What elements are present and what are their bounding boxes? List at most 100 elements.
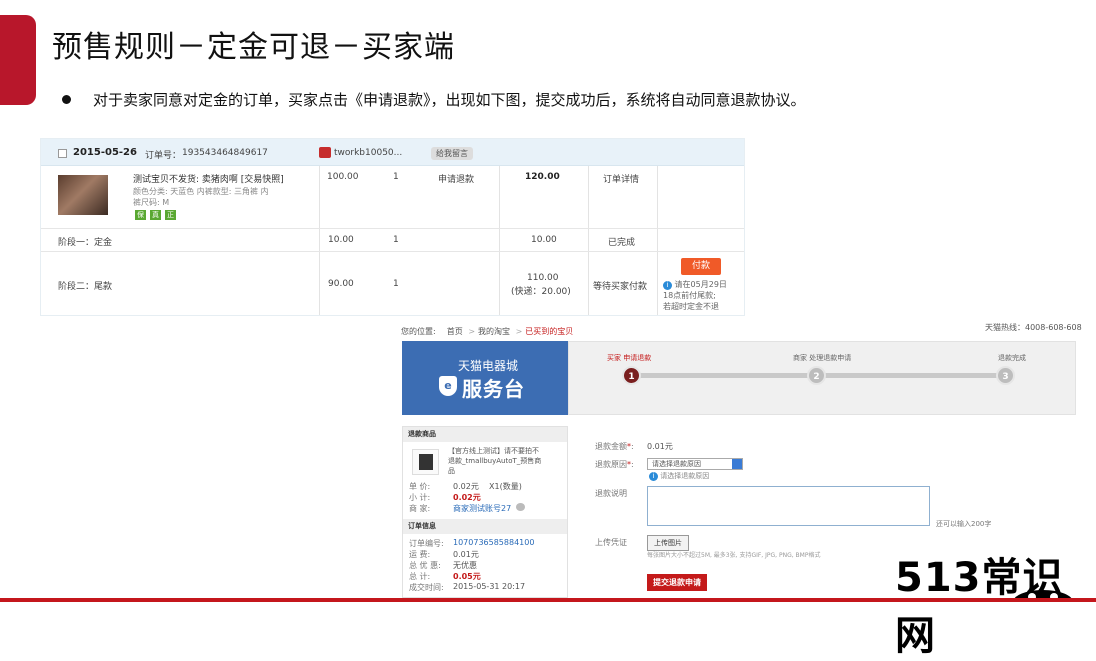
refund-reason-select[interactable]: 请选择退款原因: [647, 458, 743, 470]
bullet-point: 对于卖家同意对定金的订单，买家点击《申请退款》，出现如下图，提交成功后，系统将自…: [62, 89, 806, 110]
breadcrumb: 您的位置: 首页 > 我的淘宝 > 已买到的宝贝: [401, 327, 574, 336]
tmall-shop-icon: [319, 147, 331, 158]
seller-label: 商 家:: [409, 504, 431, 513]
bullet-dot-icon: [62, 95, 71, 104]
leave-message-button[interactable]: 给我留言: [431, 147, 473, 160]
payment-deadline-note: i 请在05月29日: [663, 279, 727, 290]
refund-amount-label: 退款金额*:: [595, 442, 634, 451]
upload-image-button[interactable]: 上传图片: [647, 535, 689, 551]
order-number-label: 订单号：: [145, 151, 182, 161]
order-no-link[interactable]: 1070736585884100: [453, 538, 534, 547]
total: 0.05元: [453, 572, 481, 581]
slide-title: 预售规则－定金可退－买家端: [52, 30, 455, 65]
subtotal-label: 小 计:: [409, 493, 431, 502]
stage1-total: 10.00: [531, 235, 557, 245]
item-spec: 颜色分类: 天蓝色 内裤款型: 三角裤 内: [133, 187, 269, 196]
deal-time: 2015-05-31 20:17: [453, 582, 526, 591]
shop-name-link[interactable]: tworkb10050...: [334, 148, 402, 158]
pay-button[interactable]: 付款: [681, 258, 721, 275]
stage2-shipping: (快递：20.00): [511, 287, 571, 297]
step-3-label: 退款完成: [998, 354, 1026, 362]
refund-desc-label: 退款说明: [595, 489, 627, 498]
wangwang-icon[interactable]: [516, 503, 525, 511]
refund-goods-panel: 退款商品 【官方线上测试】请不要拍不 退款_tmallbuyAutoT_预售商 …: [402, 426, 568, 598]
breadcrumb-home-link[interactable]: 首页: [447, 327, 463, 336]
bullet-text: 对于卖家同意对定金的订单，买家点击《申请退款》，出现如下图，提交成功后，系统将自…: [93, 91, 806, 109]
submit-refund-button[interactable]: 提交退款申请: [647, 574, 707, 591]
breadcrumb-bought-link[interactable]: 已买到的宝贝: [525, 327, 573, 336]
note-line: 请在05月29日: [674, 280, 727, 289]
banner-brand: 天猫电器城: [458, 359, 519, 373]
seller-link[interactable]: 商家测试账号27: [453, 503, 511, 514]
info-icon: i: [663, 281, 672, 290]
goods-desc[interactable]: 退款_tmallbuyAutoT_预售商: [448, 456, 541, 466]
item-spec: 裤尺码: M: [133, 198, 170, 207]
shipping: 0.01元: [453, 550, 479, 559]
order-date: 2015-05-26: [73, 147, 137, 158]
item-qty: 1: [393, 172, 399, 182]
breadcrumb-mytaobao-link[interactable]: 我的淘宝: [478, 327, 510, 336]
char-count-hint: 还可以输入200字: [936, 520, 992, 528]
note-line: 若超时定金不退: [663, 302, 719, 311]
reason-hint: i 请选择退款原因: [649, 471, 709, 481]
refund-amount: 0.01元: [647, 442, 673, 451]
order-checkbox[interactable]: [58, 149, 67, 158]
order-card: 2015-05-26 订单号： 193543464849617 tworkb10…: [40, 138, 745, 316]
note-line: 18点前付尾款;: [663, 291, 716, 300]
unit-price-label: 单 价:: [409, 482, 431, 491]
info-icon: i: [649, 472, 658, 481]
unit-price: 0.02元: [453, 482, 479, 491]
stage1-qty: 1: [393, 235, 399, 245]
breadcrumb-label: 您的位置:: [401, 327, 436, 336]
service-tags: 保真正: [135, 210, 180, 220]
refund-reason-label: 退款原因*:: [595, 460, 634, 469]
service-banner: 天猫电器城 e 服务台: [402, 341, 568, 415]
product-thumbnail[interactable]: [58, 175, 108, 215]
subtotal: 0.02元: [453, 493, 481, 502]
total-label: 总 计:: [409, 572, 431, 581]
step-1-dot: 1: [622, 366, 641, 385]
step-3-dot: 3: [996, 366, 1015, 385]
divider: [41, 251, 744, 252]
stage2-status: 等待买家付款: [593, 282, 648, 292]
step-1-label: 买家 申请退款: [607, 354, 652, 362]
step-2-label: 商家 处理退款申请: [793, 354, 852, 362]
stage2-label: 阶段二：尾款: [58, 282, 113, 292]
quantity: X1(数量): [489, 482, 522, 491]
watermark: 513常识网: [895, 555, 1064, 659]
refund-desc-textarea[interactable]: [647, 486, 930, 526]
select-value: 请选择退款原因: [652, 460, 701, 468]
order-info-title: 订单信息: [403, 519, 567, 534]
shield-icon: e: [439, 376, 457, 396]
order-number: 193543464849617: [182, 148, 268, 158]
order-header: 2015-05-26 订单号： 193543464849617 tworkb10…: [41, 139, 744, 166]
divider: [588, 166, 589, 315]
item-title-link[interactable]: 测试宝贝不发货: 卖猪肉啊 [交易快照]: [133, 172, 284, 185]
hotline: 天猫热线：4008-608-608: [985, 323, 1082, 332]
chevron-down-icon: [732, 459, 742, 469]
stage1-status: 已完成: [608, 238, 636, 248]
stage1-label: 阶段一：定金: [58, 238, 113, 248]
reason-hint-text: 请选择退款原因: [660, 472, 710, 480]
order-total: 120.00: [525, 172, 560, 182]
authentic-icon: 真: [150, 210, 161, 220]
step-2-dot: 2: [807, 366, 826, 385]
stage2-price: 90.00: [328, 279, 354, 289]
goods-desc[interactable]: 【官方线上测试】请不要拍不: [448, 446, 539, 456]
divider: [319, 166, 320, 315]
stage2-total: 110.00: [527, 273, 559, 283]
guarantee-icon: 保: [135, 210, 146, 220]
refund-progress: 买家 申请退款 商家 处理退款申请 退款完成 1 2 3: [568, 341, 1076, 415]
goods-thumbnail[interactable]: [412, 449, 439, 475]
bottom-rule: [0, 598, 1096, 602]
order-no-label: 订单编号:: [409, 539, 444, 548]
stage2-qty: 1: [393, 279, 399, 289]
divider: [657, 166, 658, 315]
upload-hint: 每张图片大小不超过5M, 最多3张, 支持GIF, JPG, PNG, BMP格…: [647, 552, 821, 559]
goods-panel-title: 退款商品: [403, 427, 567, 442]
upload-label: 上传凭证: [595, 538, 627, 547]
item-price: 100.00: [327, 172, 359, 182]
apply-refund-link[interactable]: 申请退款: [438, 172, 474, 185]
order-detail-link[interactable]: 订单详情: [603, 172, 639, 185]
discount: 无优惠: [453, 561, 477, 570]
